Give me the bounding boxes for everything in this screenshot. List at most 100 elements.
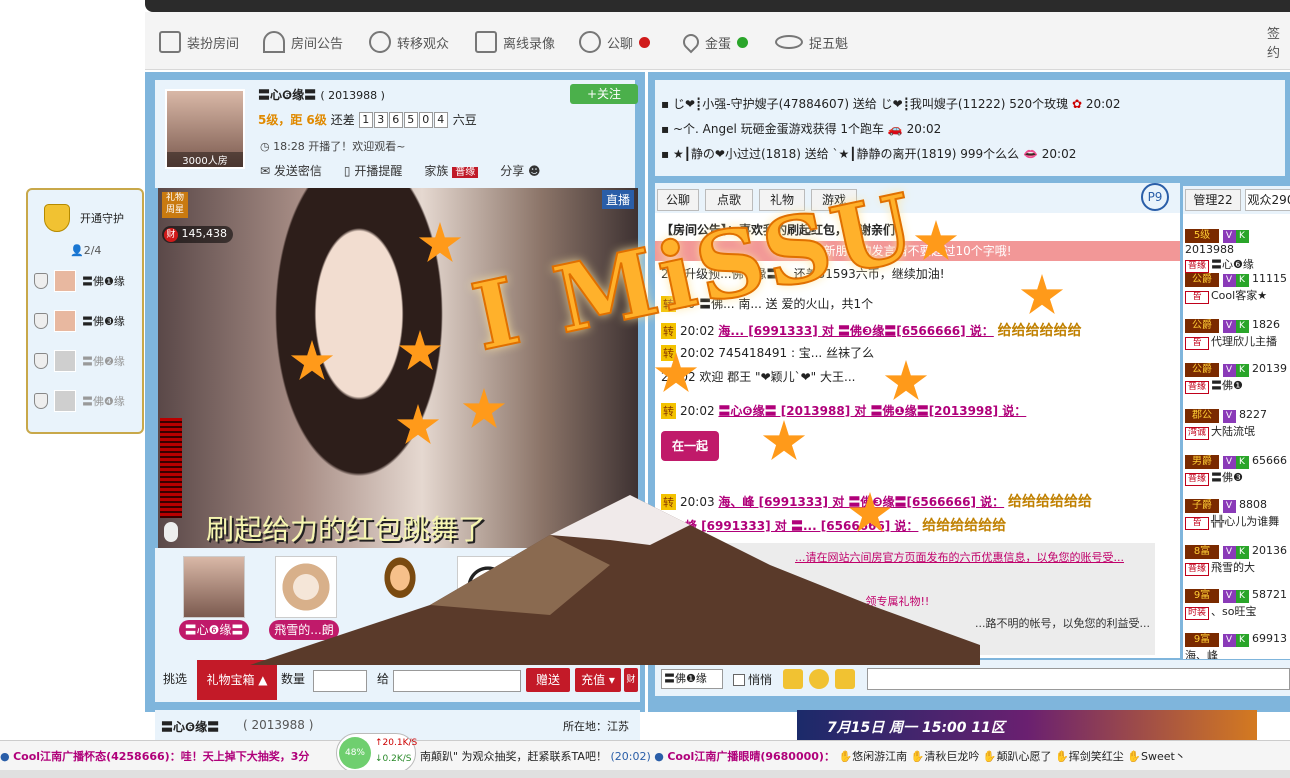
link-icon — [369, 31, 391, 53]
user-row[interactable]: 9富 VK 58721 时装 、so旺宝 — [1185, 588, 1290, 628]
chat-icon — [579, 31, 601, 53]
send-gift-button[interactable]: 赠送 — [526, 668, 570, 692]
tab-public[interactable]: 公聊 — [657, 189, 699, 211]
shield-icon — [34, 393, 48, 409]
hat-icon — [775, 35, 803, 49]
vip-icon: V — [1222, 230, 1236, 243]
ticker-line: ▪ ~个. Angel 玩砸金蛋游戏获得 1个跑车 🚗 20:02 — [661, 122, 942, 136]
user-row[interactable]: 男爵 VK 65666 普缘 〓佛❸ — [1185, 454, 1290, 494]
hand-icon: ✋ — [1055, 750, 1069, 763]
promo-banner[interactable]: 7月15日 周一 15:00 11区 — [797, 710, 1257, 740]
user-row[interactable]: 公爵 VK 1826 皆代理欣儿主播 — [1185, 318, 1290, 358]
pick-label: 挑选 — [163, 672, 188, 686]
recipient-input[interactable] — [393, 670, 521, 692]
guard-shield-icon — [44, 204, 70, 232]
guard-count: 👤2/4 — [70, 244, 102, 257]
banner-text: 7月15日 周一 15:00 11区 — [827, 720, 1005, 736]
emoji-icon[interactable] — [809, 669, 829, 689]
digit-counter: 136504 — [358, 111, 449, 128]
guard-member[interactable]: 〓佛❷缘 — [34, 350, 125, 372]
footer-host-name: 〓心❻缘〓 — [161, 720, 220, 734]
footer-host-id: ( 2013988 ) — [243, 718, 314, 732]
vip-icon: V — [1222, 274, 1236, 287]
send-message-link[interactable]: ✉ 发送密信 — [260, 162, 322, 179]
follow-button[interactable]: +关注 — [570, 84, 638, 104]
rose-icon: ✿ — [1072, 97, 1083, 111]
toolbar-transfer[interactable]: 转移观众 — [369, 28, 449, 56]
ticker-line: ▪ じ❤┋小强-守护嫂子(47884607) 送给 じ❤┋我叫嫂子(11222)… — [661, 97, 1121, 111]
toolbar-announcement[interactable]: 房间公告 — [263, 28, 343, 56]
open-guard-link[interactable]: 开通守护 — [80, 210, 124, 226]
user-row[interactable]: 郡公 V 8227 湾诚 大陆流氓 — [1185, 408, 1290, 448]
family-link[interactable]: 家族 普缘 — [424, 162, 479, 179]
toolbar-golden-egg[interactable]: 金蛋 — [679, 28, 749, 56]
toolbar-record[interactable]: 离线录像 — [475, 28, 555, 56]
toolbar-catch-five[interactable]: 捉五魁 — [775, 28, 848, 56]
quantity-input[interactable] — [313, 670, 367, 692]
live-video[interactable]: 直播 礼物周星 财 145,438 刷起给力的红包跳舞了 — [158, 188, 638, 548]
recharge-button[interactable]: 充值 ▾ — [575, 668, 621, 692]
guard-member[interactable]: 〓佛❸缘 — [34, 310, 125, 332]
toolbar-public-chat[interactable]: 公聊 — [579, 28, 651, 56]
avatar — [54, 350, 76, 372]
guard-member[interactable]: 〓佛❶缘 — [34, 270, 125, 292]
broadcast-line: 南颠趴" 为观众抽奖，赶紧联系TA吧！ (20:02) ● Cool江南广播眼晴… — [420, 750, 1186, 763]
user-row[interactable]: 9富 VK 69913 海、峰 — [1185, 632, 1290, 659]
page-badge[interactable]: P9 — [1141, 183, 1169, 211]
speed-percent: 48% — [339, 737, 371, 769]
k-icon: K — [1235, 634, 1249, 647]
host-avatar[interactable]: 3000人房 — [165, 89, 245, 169]
k-icon: K — [1235, 274, 1249, 287]
k-icon: K — [1235, 364, 1249, 377]
mail-icon: ✉ — [260, 164, 271, 178]
vip-icon: V — [1222, 546, 1236, 559]
microphone-icon[interactable] — [164, 522, 178, 542]
share-link[interactable]: 分享 ☻ — [500, 162, 540, 179]
caret-up-icon: ▲ — [258, 673, 268, 687]
chat-input[interactable] — [867, 668, 1290, 690]
toolbar-sign[interactable]: 签约 — [1267, 27, 1290, 61]
vip-icon: V — [1222, 364, 1236, 377]
vip-icon: V — [1222, 320, 1236, 333]
vip-icon: V — [1222, 590, 1236, 603]
chat-line: 转 20:02 745418491 : 宝... 丝袜了么 — [661, 345, 875, 361]
sticker-image: 在一起 — [661, 431, 719, 461]
image-icon[interactable] — [783, 669, 803, 689]
user-row[interactable]: 子爵 V 8808 皆 ╬╬心儿为谁舞 — [1185, 498, 1290, 538]
flower-icon[interactable] — [835, 669, 855, 689]
top-strip — [145, 0, 1290, 12]
wealth-icon[interactable]: 财 — [624, 668, 638, 692]
chat-target-select[interactable]: 〓佛❶缘 — [661, 669, 723, 689]
lips-icon: 👄 — [1022, 147, 1038, 161]
user-row[interactable]: 公爵 VK 11115 皆 Cool客家★ — [1185, 272, 1290, 312]
user-row[interactable]: 5级 VK 2013988 普缘 〓心❻缘 — [1185, 228, 1290, 273]
chat-input-bar: 〓佛❶缘 悄悄 — [655, 660, 1290, 696]
tip-text: ...路不明的帐号，以免您的利益受... — [975, 617, 1150, 630]
checkbox-box[interactable] — [733, 673, 745, 686]
gift-box-dropdown[interactable]: 礼物宝箱 ▲ — [197, 660, 277, 700]
host-actions: ✉ 发送密信 ▯ 开播提醒 家族 普缘 分享 ☻ — [260, 162, 541, 179]
whisper-checkbox[interactable]: 悄悄 — [733, 671, 772, 688]
ticker-line: ▪ ★┃静の❤小过过(1818) 送给 `★┃静静の离开(1819) 999个么… — [661, 147, 1077, 161]
vip-icon: V — [1222, 634, 1236, 647]
notify-link[interactable]: ▯ 开播提醒 — [344, 162, 402, 179]
live-badge: 直播 — [601, 190, 634, 209]
guard-member[interactable]: 〓佛❹缘 — [34, 390, 125, 412]
tab-admins[interactable]: 管理22 — [1185, 189, 1241, 211]
footer-location: 所在地：江苏 — [563, 720, 629, 733]
host-level: 5级，距 6级 还差 136504 六豆 — [258, 111, 477, 128]
toolbar-dressup[interactable]: 装扮房间 — [159, 28, 239, 56]
rank-avatar[interactable] — [183, 556, 245, 618]
tab-audience[interactable]: 观众290 — [1245, 189, 1290, 211]
download-speed: ↓0.2K/S — [375, 754, 412, 764]
shield-icon — [34, 273, 48, 289]
room-toolbar: 装扮房间 房间公告 转移观众 离线录像 公聊 金蛋 捉五魁 签约 — [145, 12, 1290, 70]
k-icon: K — [1235, 230, 1249, 243]
tower-icon — [263, 31, 285, 53]
user-row[interactable]: 公爵 VK 20139 普缘 〓佛❶ — [1185, 362, 1290, 402]
user-row[interactable]: 8富 VK 20136 普缘 飛雪的大 — [1185, 544, 1290, 584]
hand-icon: ✋ — [982, 750, 997, 763]
avatar — [54, 390, 76, 412]
network-speed-widget[interactable]: 48% ↑20.1K/S ↓0.2K/S — [336, 733, 417, 773]
vip-icon: V — [1222, 500, 1236, 513]
